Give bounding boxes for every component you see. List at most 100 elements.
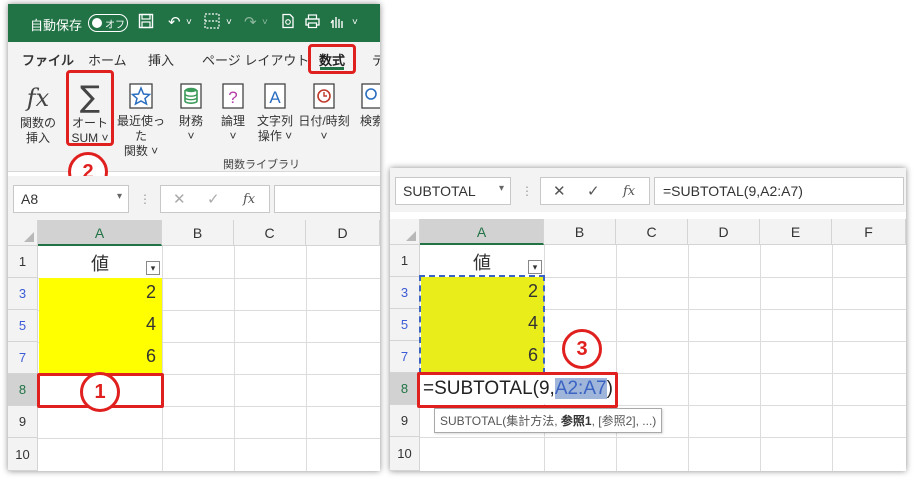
svg-text:A: A — [269, 88, 281, 107]
tab-home[interactable]: ホーム — [88, 50, 127, 69]
name-box[interactable]: SUBTOTAL ▾ — [395, 177, 511, 205]
column-header-a[interactable]: A — [420, 219, 544, 245]
tab-file[interactable]: ファイル — [22, 50, 74, 69]
print-preview-icon[interactable] — [304, 13, 321, 33]
row-header-1[interactable]: 1 — [390, 245, 420, 277]
tooltip-current-arg: 参照1 — [560, 414, 592, 428]
tooltip-suffix: , [参照2], ...) — [591, 414, 657, 428]
date-time-label-1: 日付/時刻 — [298, 114, 350, 128]
date-time-label-2: ˅ — [320, 129, 328, 143]
column-header-d[interactable]: D — [306, 220, 380, 246]
row-header-7[interactable]: 7 — [390, 341, 420, 373]
undo-dropdown-icon[interactable]: ˅ — [186, 17, 192, 28]
undo-icon[interactable]: ↶ — [168, 13, 181, 31]
left-excel-window: 自動保存 オフ ↶ ˅ ˅ ↷ ˅ ˅ ファイル ホーム 挿入 ページ レイアウ… — [8, 4, 380, 471]
filter-icon[interactable]: ▾ — [146, 261, 160, 275]
redo-icon: ↷ — [244, 14, 257, 31]
insert-function-icon[interactable]: fx — [243, 192, 255, 207]
insert-function-icon[interactable]: fx — [623, 184, 635, 199]
formula-input[interactable]: =SUBTOTAL(9,A2:A7) — [654, 177, 904, 205]
financial-label-2: ˅ — [187, 129, 195, 143]
date-time-button[interactable]: 日付/時刻 ˅ — [298, 80, 350, 144]
new-file-icon[interactable] — [280, 13, 296, 33]
column-header-d[interactable]: D — [688, 219, 760, 245]
row-header-8[interactable]: 8 — [390, 373, 420, 405]
function-argument-tooltip[interactable]: SUBTOTAL(集計方法, 参照1, [参照2], ...) — [434, 408, 663, 433]
row-header-9[interactable]: 9 — [8, 406, 38, 438]
row-header-10[interactable]: 10 — [390, 437, 420, 471]
recent-label-2: 関数 ˅ — [123, 144, 159, 158]
column-header-a[interactable]: A — [38, 220, 162, 246]
autosave-state: オフ — [105, 20, 125, 31]
row-header-3[interactable]: 3 — [390, 277, 420, 309]
enter-icon[interactable]: ✓ — [587, 182, 600, 200]
text-label-2: 操作 ˅ — [257, 129, 293, 143]
financial-button[interactable]: 財務 ˅ — [174, 80, 208, 144]
autosave-toggle[interactable]: オフ — [88, 14, 128, 32]
redo-dropdown-icon: ˅ — [262, 17, 268, 28]
column-header-e[interactable]: E — [760, 219, 832, 245]
touch-mode-icon[interactable] — [328, 13, 346, 33]
title-bar: 自動保存 オフ ↶ ˅ ˅ ↷ ˅ ˅ — [8, 4, 380, 42]
tab-data[interactable]: デ — [372, 50, 380, 69]
select-all-button[interactable] — [390, 219, 420, 245]
borders-icon[interactable] — [204, 13, 220, 33]
lookup-button[interactable]: 検索 — [352, 80, 380, 129]
letter-a-icon: A — [264, 83, 286, 109]
enter-icon[interactable]: ✓ — [207, 190, 220, 208]
chevron-down-icon[interactable]: ▾ — [117, 191, 122, 202]
row-header-1[interactable]: 1 — [8, 246, 38, 278]
row-header-5[interactable]: 5 — [390, 309, 420, 341]
formula-bar: SUBTOTAL ▾ ⋮ ✕ ✓ fx =SUBTOTAL(9,A2:A7) — [390, 168, 906, 212]
cell-a5[interactable]: 4 — [420, 313, 544, 334]
chevron-down-icon[interactable]: ▾ — [499, 183, 504, 194]
recent-functions-button[interactable]: 最近使った 関数 ˅ — [112, 80, 170, 159]
row-header-10[interactable]: 10 — [8, 438, 38, 471]
row-header-8[interactable]: 8 — [8, 374, 38, 406]
cell-a5[interactable]: 4 — [38, 314, 162, 335]
cell-a3[interactable]: 2 — [38, 282, 162, 303]
select-all-button[interactable] — [8, 220, 38, 246]
column-header-f[interactable]: F — [832, 219, 906, 245]
formula-edit-highlight — [417, 372, 618, 408]
cell-a3[interactable]: 2 — [420, 281, 544, 302]
logical-button[interactable]: ? 論理 ˅ — [216, 80, 250, 144]
formula-input[interactable] — [274, 185, 380, 213]
row-header-7[interactable]: 7 — [8, 342, 38, 374]
question-icon: ? — [222, 83, 244, 109]
cell-a1[interactable]: 値 — [38, 250, 162, 276]
text-button[interactable]: A 文字列 操作 ˅ — [254, 80, 296, 144]
insert-function-button[interactable]: fx 関数の 挿入 — [16, 80, 60, 146]
financial-label-1: 財務 — [178, 114, 203, 128]
row-header-5[interactable]: 5 — [8, 310, 38, 342]
column-header-c[interactable]: C — [234, 220, 306, 246]
gridline — [38, 438, 380, 439]
row-header-9[interactable]: 9 — [390, 405, 420, 437]
cell-a1[interactable]: 値 — [420, 249, 544, 275]
name-box-value: A8 — [21, 191, 39, 207]
right-excel-window: SUBTOTAL ▾ ⋮ ✕ ✓ fx =SUBTOTAL(9,A2:A7) A… — [390, 168, 906, 471]
borders-dropdown-icon[interactable]: ˅ — [226, 17, 232, 28]
star-icon — [129, 83, 153, 109]
formula-buttons: ✕ ✓ fx — [540, 177, 650, 205]
autosum-highlight — [66, 70, 114, 146]
cell-a7[interactable]: 6 — [38, 346, 162, 367]
tab-page-layout[interactable]: ページ レイアウト — [202, 50, 309, 69]
row-header-3[interactable]: 3 — [8, 278, 38, 310]
cancel-icon[interactable]: ✕ — [553, 182, 566, 200]
column-header-c[interactable]: C — [616, 219, 688, 245]
fx-icon: fx — [26, 84, 50, 112]
svg-text:?: ? — [228, 88, 237, 107]
customize-toolbar-icon[interactable]: ˅ — [352, 17, 358, 28]
formulas-tab-highlight — [308, 44, 356, 74]
save-icon[interactable] — [138, 13, 154, 33]
cell-a7[interactable]: 6 — [420, 345, 544, 366]
name-box[interactable]: A8 ▾ — [13, 185, 129, 213]
filter-icon[interactable]: ▾ — [528, 260, 542, 274]
column-header-b[interactable]: B — [162, 220, 234, 246]
lookup-label-1: 検索 — [359, 114, 380, 128]
tab-insert[interactable]: 挿入 — [148, 50, 174, 69]
column-header-b[interactable]: B — [544, 219, 616, 245]
more-icon: ⋮ — [521, 184, 533, 198]
cancel-icon[interactable]: ✕ — [173, 190, 186, 208]
